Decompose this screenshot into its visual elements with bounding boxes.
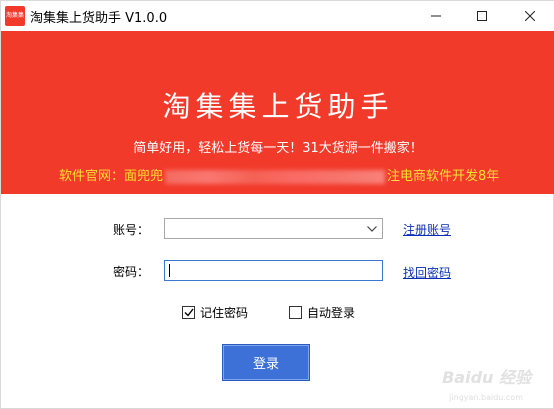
password-label: 密码： [113,265,150,279]
banner-subtitle: 简单好用，轻松上货每一天！31大货源一件搬家！ [133,141,423,156]
login-window: 淘集集 淘集集上货助手 V1.0.0 淘集集上货助手 简单好用，轻松上货每一天！… [0,0,554,409]
close-button[interactable] [505,1,554,31]
window-title: 淘集集上货助手 V1.0.0 [30,11,168,26]
remember-checkbox-box[interactable] [182,306,195,319]
autologin-checkbox-box[interactable] [289,306,302,319]
site-prefix: 软件官网：面兜兜 [59,169,164,184]
redacted-url [165,169,386,184]
text-caret [169,264,170,277]
account-label: 账号： [113,223,150,237]
banner-title: 淘集集上货助手 [162,90,394,123]
minimize-icon [431,15,441,17]
auto-login-checkbox[interactable]: 自动登录 [289,304,355,321]
baidu-watermark: Baidu 经验 [442,368,531,387]
account-select[interactable] [164,218,383,239]
maximize-icon [477,11,487,21]
remember-password-checkbox[interactable]: 记住密码 [182,304,248,321]
site-suffix: 注电商软件开发8年 [387,169,500,184]
minimize-button[interactable] [413,1,459,31]
password-field[interactable] [164,260,383,281]
banner-website-line: 软件官网：面兜兜 注电商软件开发8年 [59,165,499,184]
checkmark-icon [184,308,194,317]
chevron-down-icon[interactable] [365,221,379,236]
register-account-link[interactable]: 注册账号 [403,221,451,238]
close-icon [525,11,535,21]
recover-password-link[interactable]: 找回密码 [403,264,451,281]
title-bar: 淘集集 淘集集上货助手 V1.0.0 [1,1,554,31]
auto-login-label: 自动登录 [307,306,356,320]
app-icon: 淘集集 [5,6,25,26]
remember-password-label: 记住密码 [200,306,249,320]
baidu-watermark-url: jingyan.baidu.com [449,393,523,402]
maximize-button[interactable] [459,1,505,31]
header-banner: 淘集集上货助手 简单好用，轻松上货每一天！31大货源一件搬家！ 软件官网：面兜兜… [1,31,554,194]
login-button[interactable]: 登录 [222,344,310,381]
